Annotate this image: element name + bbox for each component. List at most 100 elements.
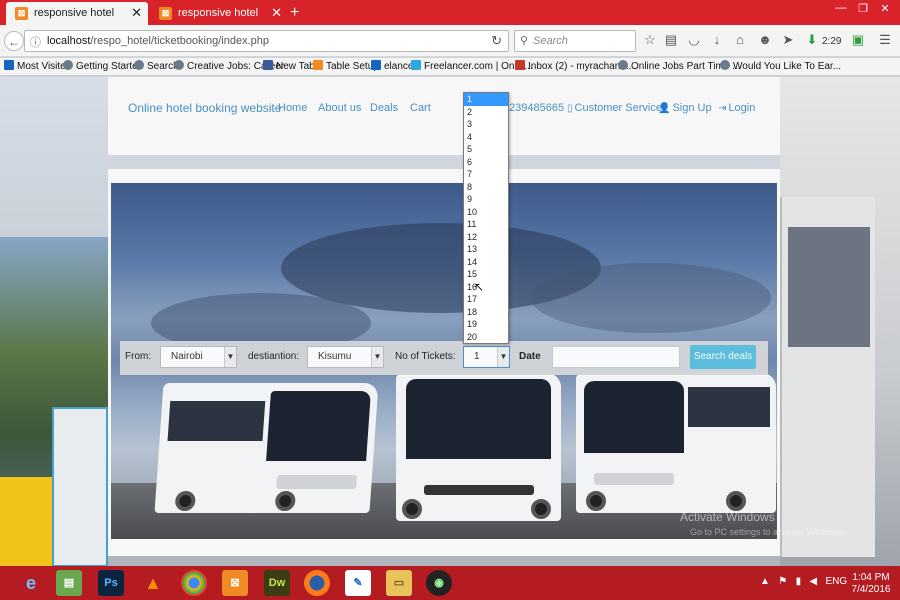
bookmark-would-you-like[interactable]: Would You Like To Ear... xyxy=(720,60,841,72)
url-text: localhost/respo_hotel/ticketbooking/inde… xyxy=(47,35,269,47)
ticket-option[interactable]: 16 xyxy=(464,281,508,294)
sign-up-link[interactable]: 👤 Sign Up xyxy=(658,102,712,114)
nav-home-link[interactable]: Home xyxy=(278,102,307,114)
phone-number: 239485665 xyxy=(509,102,565,114)
volume-icon[interactable]: ◀ xyxy=(809,576,817,587)
ticket-option[interactable]: 1 xyxy=(464,93,508,106)
search-input[interactable]: ⚲ Search xyxy=(514,30,636,52)
nav-cart-link[interactable]: Cart xyxy=(410,102,431,114)
dreamweaver-icon[interactable]: Dw xyxy=(264,570,290,596)
ticket-option[interactable]: 11 xyxy=(464,218,508,231)
chrome-icon[interactable] xyxy=(181,570,207,596)
bookmark-inbox[interactable]: Inbox (2) - myrachant... xyxy=(515,60,631,72)
clock[interactable]: 1:04 PM 7/4/2016 xyxy=(846,572,896,596)
bookmark-getting-started[interactable]: Getting Started xyxy=(63,60,143,72)
nav-deals-link[interactable]: Deals xyxy=(370,102,398,114)
home-icon[interactable]: ⌂ xyxy=(731,32,749,47)
url-bar[interactable]: ⓘ localhost/respo_hotel/ticketbooking/in… xyxy=(24,30,509,52)
mouse-cursor-icon: ↖ xyxy=(474,280,485,294)
pocket-icon[interactable]: ◡ xyxy=(685,32,703,48)
ticket-option[interactable]: 9 xyxy=(464,193,508,206)
bookmark-search[interactable]: Search xyxy=(134,60,179,72)
from-label: From: xyxy=(125,351,152,362)
tickets-dropdown-list[interactable]: 1 2 3 4 5 6 7 8 9 10 11 12 13 14 15 16 17 18 19 20 xyxy=(463,92,509,344)
ticket-search-form: From: Nairobi ▼ destiantion: Kisumu ▼ No o… xyxy=(120,341,768,375)
addon-icon[interactable]: ▣ xyxy=(849,32,867,48)
chat-icon[interactable]: ☻ xyxy=(756,32,774,47)
bookmark-elance[interactable]: elance xyxy=(371,60,413,72)
ticket-option[interactable]: 2 xyxy=(464,106,508,119)
activate-windows-subtext: Go to PC settings to activate Windows. xyxy=(690,527,846,537)
bookmarks-bar: Most Visited Getting Started Search Crea… xyxy=(0,58,900,76)
ticket-option[interactable]: 19 xyxy=(464,318,508,331)
tab-responsive-hotel[interactable]: ⊠ responsive hotel ✕ xyxy=(150,2,288,25)
language-indicator[interactable]: ENG xyxy=(825,576,847,587)
activate-windows-watermark: Activate Windows xyxy=(680,510,775,524)
new-tab-icon[interactable]: + xyxy=(290,3,299,23)
menu-icon[interactable]: ☰ xyxy=(876,32,894,48)
chevron-down-icon: ▼ xyxy=(371,347,383,367)
info-icon[interactable]: ⓘ xyxy=(30,34,41,50)
search-deals-button[interactable]: Search deals xyxy=(690,345,756,369)
ticket-option[interactable]: 20 xyxy=(464,331,508,344)
ticket-option[interactable]: 4 xyxy=(464,131,508,144)
ticket-option[interactable]: 3 xyxy=(464,118,508,131)
bookmark-table-setup[interactable]: Table Setup xyxy=(313,60,379,72)
send-icon[interactable]: ➤ xyxy=(779,32,797,48)
tab-label: responsive hotel xyxy=(34,7,115,19)
firefox-icon[interactable] xyxy=(304,570,330,596)
close-window-icon[interactable]: ✕ xyxy=(874,2,896,15)
ticket-option[interactable]: 17 xyxy=(464,293,508,306)
ticket-option[interactable]: 7 xyxy=(464,168,508,181)
tray-arrow-icon[interactable]: ▲ xyxy=(760,576,770,587)
bookmark-new-tab[interactable]: New Tab xyxy=(263,60,315,72)
photoshop-icon[interactable]: Ps xyxy=(98,570,124,596)
bookmark-star-icon[interactable]: ☆ xyxy=(641,32,659,48)
tickets-select[interactable]: 1 ▼ xyxy=(463,346,510,368)
from-select[interactable]: Nairobi ▼ xyxy=(160,346,237,368)
phone-icon: ▯ xyxy=(567,103,573,114)
tab-label: responsive hotel xyxy=(178,7,259,19)
xampp-favicon-icon: ⊠ xyxy=(159,7,172,20)
flag-icon[interactable]: ⚑ xyxy=(778,576,787,587)
vlc-icon[interactable]: ▲ xyxy=(140,570,166,596)
chevron-down-icon: ▼ xyxy=(224,347,236,367)
page-viewport: Online hotel booking website Home About … xyxy=(0,77,900,566)
close-tab-icon[interactable]: ✕ xyxy=(271,2,282,24)
clipboard-icon[interactable]: ▤ xyxy=(662,32,680,48)
camera-icon[interactable]: ◉ xyxy=(426,570,452,596)
tab-responsive-hotel-active[interactable]: ⊠ responsive hotel ✕ xyxy=(6,2,148,25)
download-progress-icon[interactable]: ⬇ xyxy=(803,32,821,48)
site-brand-link[interactable]: Online hotel booking website xyxy=(128,101,281,115)
notepad-icon[interactable]: ▤ xyxy=(56,570,82,596)
internet-explorer-icon[interactable]: e xyxy=(18,570,44,596)
download-icon[interactable]: ↓ xyxy=(708,32,726,47)
ticket-option[interactable]: 6 xyxy=(464,156,508,169)
ticket-option[interactable]: 8 xyxy=(464,181,508,194)
back-arrow-icon[interactable]: ← xyxy=(4,31,24,51)
network-icon[interactable]: ▮ xyxy=(796,576,802,587)
customer-service-link[interactable]: ▯ Customer Service xyxy=(567,102,662,114)
xampp-icon[interactable]: ⊠ xyxy=(222,570,248,596)
folder-icon[interactable]: ▭ xyxy=(386,570,412,596)
destination-select[interactable]: Kisumu ▼ xyxy=(307,346,384,368)
login-link[interactable]: ⇥ Login xyxy=(718,102,755,114)
ticket-option[interactable]: 14 xyxy=(464,256,508,269)
ticket-option[interactable]: 5 xyxy=(464,143,508,156)
background-bus-left-image xyxy=(0,407,108,566)
bookmark-most-visited[interactable]: Most Visited xyxy=(4,60,71,72)
minimize-icon[interactable]: — xyxy=(830,2,852,14)
ticket-option[interactable]: 12 xyxy=(464,231,508,244)
maximize-icon[interactable]: ❐ xyxy=(852,2,874,15)
ticket-option[interactable]: 10 xyxy=(464,206,508,219)
reload-icon[interactable]: ↻ xyxy=(491,33,502,49)
date-input[interactable] xyxy=(552,346,680,368)
close-tab-icon[interactable]: ✕ xyxy=(131,2,142,24)
paint-icon[interactable]: ✎ xyxy=(345,570,371,596)
ticket-option[interactable]: 18 xyxy=(464,306,508,319)
ticket-option[interactable]: 15 xyxy=(464,268,508,281)
ticket-option[interactable]: 13 xyxy=(464,243,508,256)
tickets-label: No of Tickets: xyxy=(395,351,456,362)
nav-about-link[interactable]: About us xyxy=(318,102,361,114)
background-bus-right-image xyxy=(780,197,875,557)
